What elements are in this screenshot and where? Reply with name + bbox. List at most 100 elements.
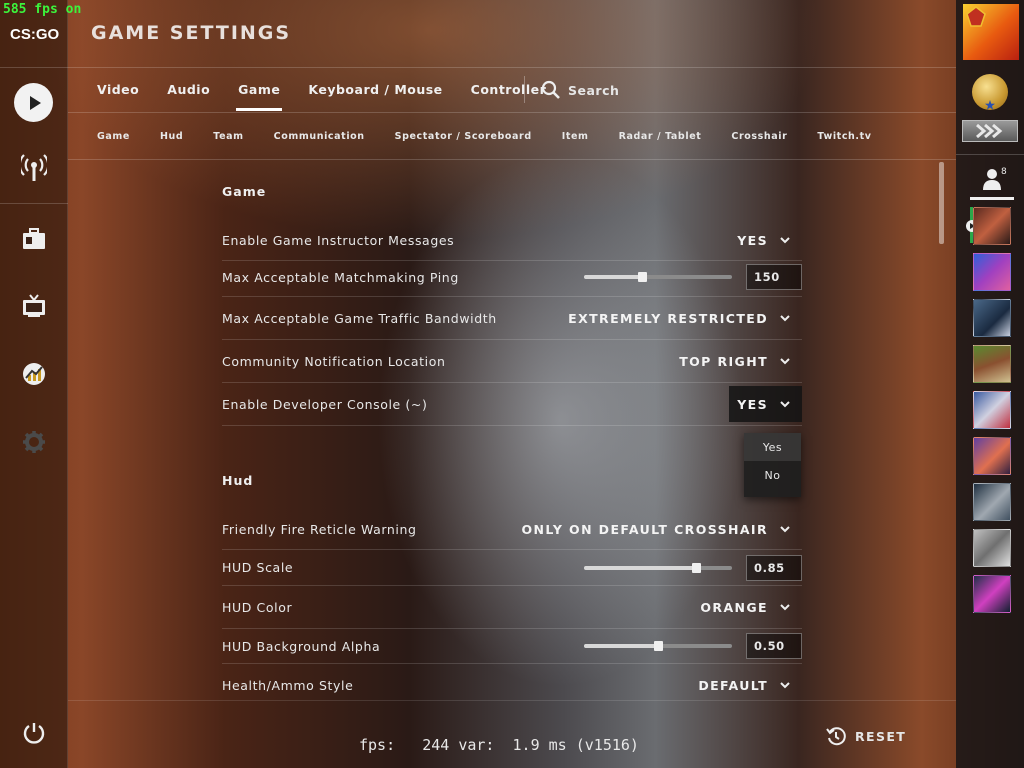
setting-row: Enable Game Instructor Messages YES bbox=[222, 221, 802, 261]
friend-avatar[interactable] bbox=[973, 345, 1011, 383]
subtab-twitch[interactable]: Twitch.tv bbox=[817, 131, 871, 142]
chevron-down-icon bbox=[780, 603, 790, 610]
tab-video[interactable]: Video bbox=[97, 82, 139, 112]
chevron-down-icon bbox=[780, 314, 790, 321]
dropdown-option-no[interactable]: No bbox=[744, 461, 801, 489]
tab-keyboard-mouse[interactable]: Keyboard / Mouse bbox=[308, 82, 442, 112]
setting-label: Max Acceptable Game Traffic Bandwidth bbox=[222, 310, 497, 326]
subtab-communication[interactable]: Communication bbox=[274, 131, 365, 142]
friends-count: 8 bbox=[1001, 167, 1007, 177]
tab-audio[interactable]: Audio bbox=[167, 82, 210, 112]
power-icon bbox=[23, 723, 45, 744]
setting-label: Health/Ammo Style bbox=[222, 677, 354, 693]
sub-tabs: Game Hud Team Communication Spectator / … bbox=[97, 131, 872, 142]
hud-scale-slider[interactable] bbox=[584, 562, 732, 573]
power-button[interactable] bbox=[17, 716, 51, 750]
health-ammo-style-dropdown[interactable]: DEFAULT bbox=[698, 678, 802, 693]
setting-row: HUD Color ORANGE bbox=[222, 586, 802, 629]
tabs-divider bbox=[68, 112, 956, 113]
csgo-logo[interactable]: CS:GO bbox=[10, 26, 59, 43]
reset-button[interactable]: RESET bbox=[826, 726, 906, 746]
search-icon bbox=[541, 80, 560, 99]
watch-button[interactable] bbox=[17, 289, 51, 323]
hud-color-dropdown[interactable]: ORANGE bbox=[700, 600, 802, 615]
friend-avatar[interactable] bbox=[973, 299, 1011, 337]
hud-alpha-slider[interactable] bbox=[584, 641, 732, 651]
setting-row: HUD Background Alpha 0.50 bbox=[222, 629, 802, 664]
inventory-button[interactable] bbox=[17, 222, 51, 256]
subtab-spectator-scoreboard[interactable]: Spectator / Scoreboard bbox=[395, 131, 532, 142]
right-sidebar: 8 bbox=[956, 0, 1024, 768]
friendly-fire-reticle-dropdown[interactable]: ONLY ON DEFAULT CROSSHAIR bbox=[522, 522, 802, 537]
settings-button[interactable] bbox=[17, 425, 51, 459]
profile-avatar[interactable] bbox=[963, 4, 1019, 60]
setting-label: HUD Scale bbox=[222, 560, 294, 575]
broadcast-button[interactable] bbox=[17, 151, 51, 185]
setting-row: Max Acceptable Game Traffic Bandwidth EX… bbox=[222, 297, 802, 340]
subtab-crosshair[interactable]: Crosshair bbox=[731, 131, 787, 142]
setting-label: Enable Developer Console (~) bbox=[222, 396, 428, 412]
tv-icon bbox=[23, 294, 45, 317]
setting-row: Community Notification Location TOP RIGH… bbox=[222, 340, 802, 383]
friend-avatar[interactable] bbox=[973, 437, 1011, 475]
dropdown-value: ORANGE bbox=[700, 599, 768, 615]
search-button[interactable]: Search bbox=[541, 80, 619, 100]
left-sidebar: CS:GO bbox=[0, 0, 68, 768]
reset-label: RESET bbox=[855, 728, 907, 744]
service-medal[interactable] bbox=[972, 74, 1008, 110]
fps-counter: 585 fps on bbox=[3, 2, 82, 17]
developer-console-dropdown[interactable]: YES bbox=[729, 386, 802, 422]
subtab-team[interactable]: Team bbox=[213, 131, 243, 142]
setting-label: Community Notification Location bbox=[222, 353, 446, 369]
friends-button[interactable] bbox=[982, 168, 1002, 194]
play-button[interactable] bbox=[14, 83, 53, 122]
chevron-down-icon bbox=[780, 400, 790, 407]
setting-row: Max Acceptable Matchmaking Ping 150 bbox=[222, 258, 802, 297]
rank-level-badge[interactable] bbox=[962, 120, 1018, 142]
tab-game[interactable]: Game bbox=[236, 82, 283, 112]
friend-avatar[interactable] bbox=[973, 391, 1011, 429]
hud-scale-input[interactable]: 0.85 bbox=[746, 554, 802, 581]
notification-location-dropdown[interactable]: TOP RIGHT bbox=[679, 354, 802, 369]
matchmaking-ping-input[interactable]: 150 bbox=[746, 264, 802, 290]
friend-avatar[interactable] bbox=[973, 207, 1011, 245]
setting-row: Enable Developer Console (~) YES bbox=[222, 383, 802, 426]
gear-icon bbox=[23, 431, 45, 453]
chevron-down-icon bbox=[780, 357, 790, 364]
tab-controller[interactable]: Controller bbox=[471, 82, 547, 112]
tab-separator bbox=[524, 76, 525, 103]
hud-alpha-input[interactable]: 0.50 bbox=[746, 633, 802, 659]
friend-avatar[interactable] bbox=[973, 575, 1011, 613]
dropdown-value: EXTREMELY RESTRICTED bbox=[568, 310, 768, 326]
subtab-hud[interactable]: Hud bbox=[160, 131, 183, 142]
reset-history-icon bbox=[826, 727, 846, 746]
setting-label: Max Acceptable Matchmaking Ping bbox=[222, 269, 459, 285]
sidebar-divider bbox=[0, 67, 68, 68]
friend-avatar[interactable] bbox=[973, 483, 1011, 521]
setting-label: HUD Background Alpha bbox=[222, 638, 381, 654]
setting-label: Friendly Fire Reticle Warning bbox=[222, 521, 417, 537]
dropdown-value: YES bbox=[737, 233, 768, 248]
subtab-item[interactable]: Item bbox=[562, 131, 589, 142]
setting-row: HUD Scale 0.85 bbox=[222, 550, 802, 586]
scrollbar-thumb[interactable] bbox=[939, 162, 944, 244]
friend-avatar[interactable] bbox=[973, 253, 1011, 291]
instructor-messages-dropdown[interactable]: YES bbox=[737, 233, 802, 248]
stats-button[interactable] bbox=[17, 357, 51, 391]
fps-variance-readout: fps: 244 var: 1.9 ms (v1516) bbox=[359, 736, 639, 754]
dropdown-value: DEFAULT bbox=[698, 677, 768, 693]
subtab-radar-tablet[interactable]: Radar / Tablet bbox=[619, 131, 702, 142]
play-icon bbox=[29, 95, 41, 110]
rank-badge-icon bbox=[966, 6, 986, 27]
main-tabs: Video Audio Game Keyboard / Mouse Contro… bbox=[97, 82, 574, 112]
dropdown-value: YES bbox=[737, 396, 768, 412]
traffic-bandwidth-dropdown[interactable]: EXTREMELY RESTRICTED bbox=[568, 311, 802, 326]
chevron-rank-icon bbox=[976, 124, 1003, 138]
section-title-game: Game bbox=[222, 184, 267, 199]
friend-avatar[interactable] bbox=[973, 529, 1011, 567]
friends-tab-underline bbox=[970, 197, 1014, 200]
dropdown-option-yes[interactable]: Yes bbox=[744, 433, 801, 461]
subtab-game[interactable]: Game bbox=[97, 131, 130, 142]
setting-label: Enable Game Instructor Messages bbox=[222, 233, 455, 248]
matchmaking-ping-slider[interactable] bbox=[584, 272, 732, 282]
